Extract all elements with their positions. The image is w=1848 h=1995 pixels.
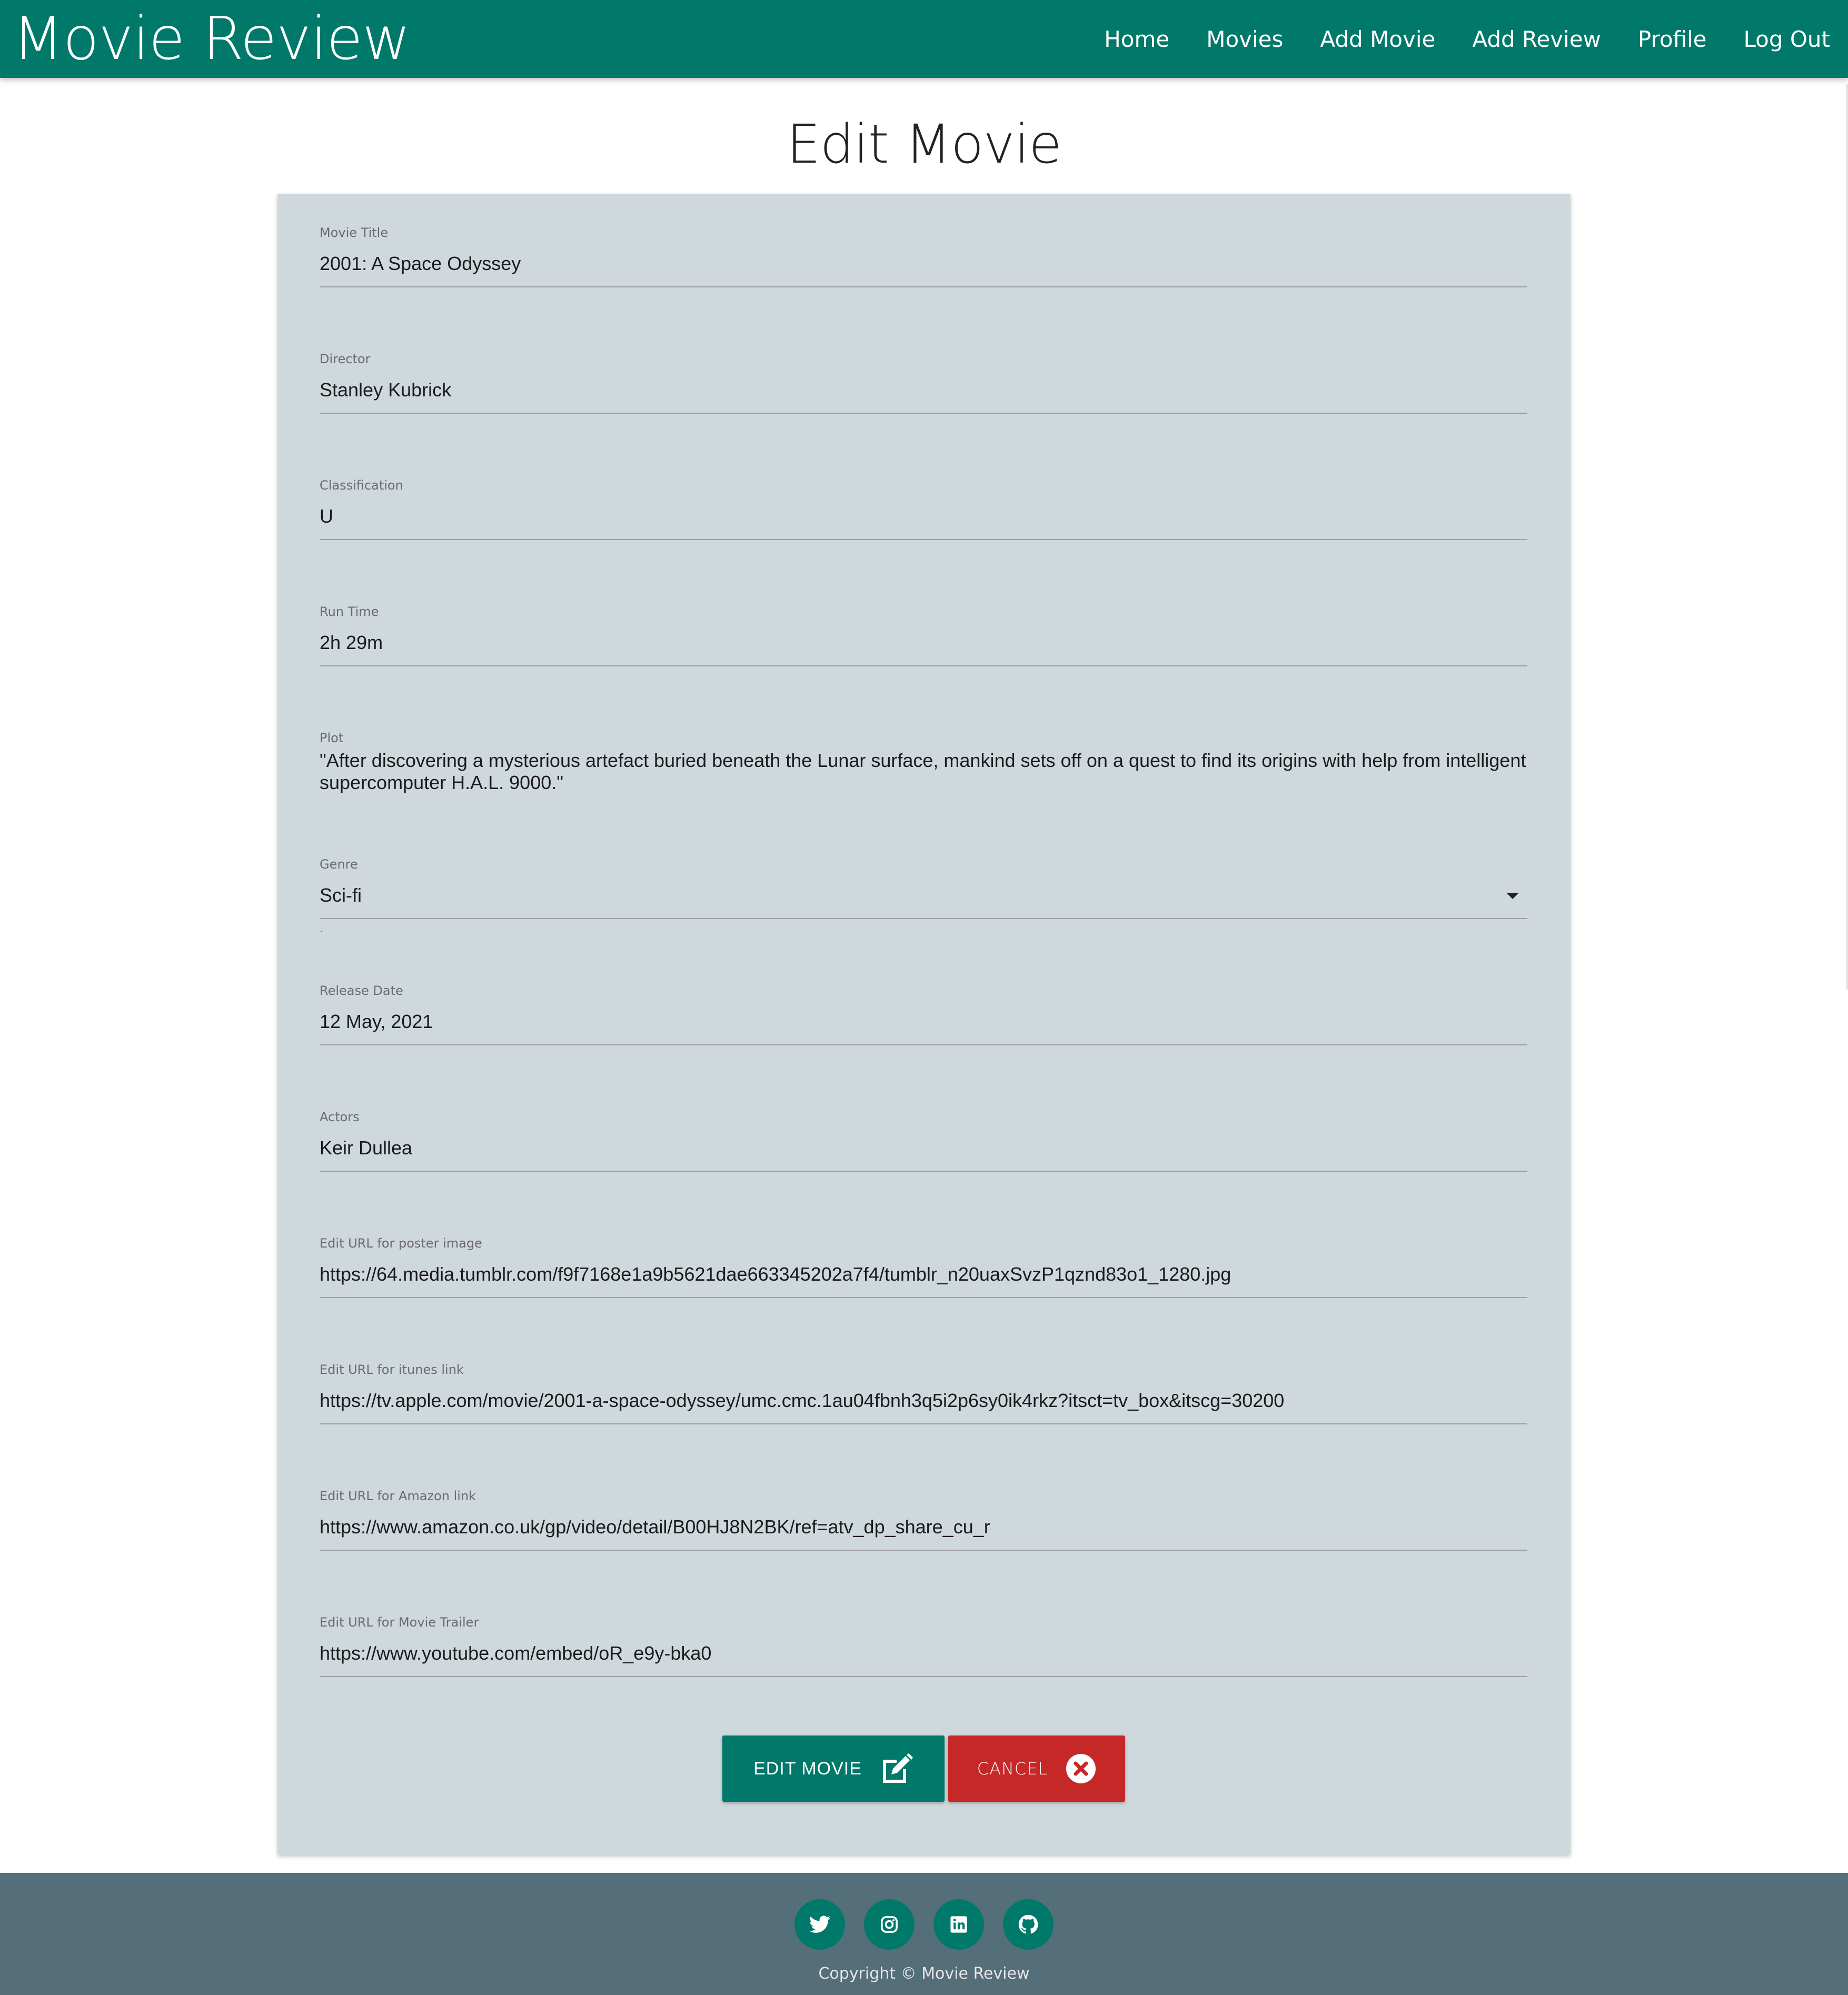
nav-links: Home Movies Add Movie Add Review Profile…	[1067, 0, 1830, 78]
cancel-button[interactable]: CANCEL	[948, 1735, 1125, 1802]
amazon-url-input[interactable]: https://www.amazon.co.uk/gp/video/detail…	[320, 1516, 1527, 1538]
select-helper-dot	[321, 931, 322, 932]
linkedin-icon[interactable]	[933, 1899, 984, 1950]
cancel-button-label: CANCEL	[977, 1759, 1048, 1779]
input-underline	[320, 1044, 1527, 1045]
input-underline	[320, 539, 1527, 540]
trailer-url-input[interactable]: https://www.youtube.com/embed/oR_e9y-bka…	[320, 1642, 1527, 1664]
github-icon[interactable]	[1003, 1899, 1054, 1950]
scrollbar[interactable]	[1846, 84, 1848, 990]
field-label: Director	[320, 352, 371, 366]
navbar: Movie Review Home Movies Add Movie Add R…	[0, 0, 1848, 78]
input-underline	[320, 1297, 1527, 1298]
edit-movie-button-label: EDIT MOVIE	[753, 1758, 862, 1779]
field-label: Movie Title	[320, 225, 389, 240]
brand-logo[interactable]: Movie Review	[13, 5, 411, 73]
twitter-icon[interactable]	[794, 1899, 845, 1950]
actors-input[interactable]: Keir Dullea	[320, 1137, 1527, 1159]
field-label: Run Time	[320, 604, 379, 619]
field-label: Edit URL for itunes link	[320, 1362, 464, 1377]
nav-link-log-out[interactable]: Log Out	[1743, 26, 1830, 52]
page-title: Edit Movie	[787, 113, 1062, 176]
director-input[interactable]: Stanley Kubrick	[320, 379, 1527, 401]
poster-url-input[interactable]: https://64.media.tumblr.com/f9f7168e1a9b…	[320, 1263, 1527, 1285]
nav-link-add-review[interactable]: Add Review	[1472, 26, 1601, 52]
input-underline	[320, 665, 1527, 666]
nav-link-profile[interactable]: Profile	[1638, 26, 1707, 52]
input-underline	[320, 1676, 1527, 1677]
instagram-icon[interactable]	[864, 1899, 915, 1950]
field-label: Actors	[320, 1110, 360, 1124]
run-time-input[interactable]: 2h 29m	[320, 632, 1527, 654]
edit-movie-form: Movie Title 2001: A Space Odyssey Direct…	[277, 194, 1571, 1855]
release-date-input[interactable]: 12 May, 2021	[320, 1011, 1527, 1033]
nav-link-add-movie[interactable]: Add Movie	[1320, 26, 1435, 52]
footer: Copyright © Movie Review	[0, 1873, 1848, 1995]
field-label: Edit URL for Movie Trailer	[320, 1615, 479, 1630]
copyright-text: Copyright © Movie Review	[818, 1964, 1030, 1983]
classification-input[interactable]: U	[320, 505, 1527, 527]
field-label: Edit URL for Amazon link	[320, 1489, 476, 1503]
edit-movie-button[interactable]: EDIT MOVIE	[722, 1735, 945, 1802]
input-underline	[320, 1171, 1527, 1172]
input-underline	[320, 413, 1527, 414]
field-label: Plot	[320, 731, 344, 745]
input-underline	[320, 286, 1527, 287]
close-circle-icon	[1066, 1753, 1096, 1784]
movie-title-input[interactable]: 2001: A Space Odyssey	[320, 253, 1527, 275]
field-label: Edit URL for poster image	[320, 1236, 482, 1251]
plot-textarea[interactable]: "After discovering a mysterious artefact…	[320, 750, 1527, 794]
input-underline	[320, 1423, 1527, 1424]
field-label: Classification	[320, 478, 403, 493]
select-underline	[320, 918, 1527, 919]
field-label: Genre	[320, 857, 358, 872]
itunes-url-input[interactable]: https://tv.apple.com/movie/2001-a-space-…	[320, 1390, 1527, 1412]
edit-icon	[880, 1753, 913, 1784]
input-underline	[320, 1550, 1527, 1551]
nav-link-home[interactable]: Home	[1104, 26, 1169, 52]
nav-link-movies[interactable]: Movies	[1206, 26, 1283, 52]
social-links	[0, 1899, 1848, 1950]
caret-down-icon[interactable]	[1506, 893, 1519, 899]
field-label: Release Date	[320, 983, 403, 998]
genre-select[interactable]: Sci-fi	[320, 884, 1527, 906]
